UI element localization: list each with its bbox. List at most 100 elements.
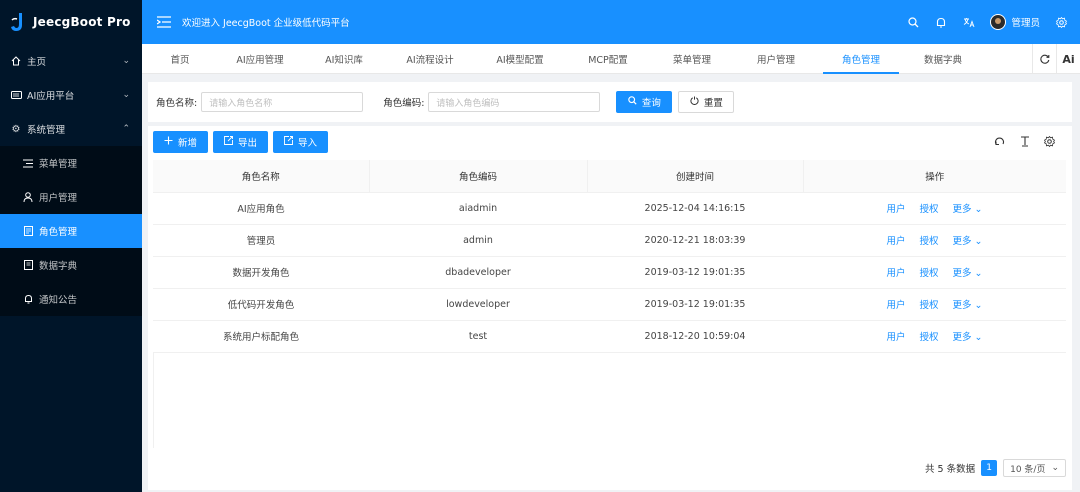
search-icon[interactable] <box>906 15 920 29</box>
authorize-link[interactable]: 授权 <box>920 201 939 215</box>
page-button-current[interactable]: 1 <box>981 460 998 476</box>
user-link[interactable]: 用户 <box>886 233 905 247</box>
app-logo[interactable]: JeecgBoot Pro <box>0 0 142 44</box>
user-link[interactable]: 用户 <box>886 297 905 311</box>
cell-role-name: 数据开发角色 <box>153 256 369 289</box>
translate-icon[interactable] <box>962 15 976 29</box>
col-header-role-name[interactable]: 角色名称 <box>153 160 370 193</box>
more-label: 更多 <box>952 300 972 311</box>
authorize-link[interactable]: 授权 <box>920 297 939 311</box>
chevron-down-icon: ⌄ <box>122 90 130 100</box>
settings-icon[interactable] <box>1054 15 1068 29</box>
chevron-down-icon: ⌄ <box>971 268 983 279</box>
table-row[interactable]: 系统用户标配角色 test 2018-12-20 10:59:04 用户 授权 … <box>153 320 1066 353</box>
tab-home[interactable]: 首页 <box>142 44 218 74</box>
cell-role-name: AI应用角色 <box>153 192 369 225</box>
table-row[interactable]: 低代码开发角色 lowdeveloper 2019-03-12 19:01:35… <box>153 288 1066 321</box>
col-header-created-time[interactable]: 创建时间 <box>587 160 804 193</box>
add-button-label: 新增 <box>177 138 197 149</box>
export-button-label: 导出 <box>237 138 257 149</box>
user-link[interactable]: 用户 <box>886 329 905 343</box>
export-button[interactable]: 导出 <box>213 131 268 153</box>
chevron-down-icon: ⌄ <box>971 300 983 311</box>
chevron-down-icon: ⌄ <box>971 204 983 215</box>
more-dropdown[interactable]: 更多 ⌄ <box>953 329 983 343</box>
user-link[interactable]: 用户 <box>886 201 905 215</box>
role-name-input[interactable]: 请输入角色名称 <box>201 92 364 112</box>
pagination: 共 5 条数据 1 10 条/页 ⌄ <box>925 459 1066 477</box>
table-header-row: 角色名称 角色编码 创建时间 操作 <box>153 160 1066 193</box>
sidebar-item-role-management[interactable]: 角色管理 <box>0 214 142 248</box>
sidebar-item-label: 主页 <box>27 57 47 68</box>
sidebar-item-menu-management[interactable]: 菜单管理 <box>0 146 142 180</box>
table-row[interactable]: AI应用角色 aiadmin 2025-12-04 14:16:15 用户 授权… <box>153 192 1066 225</box>
ai-icon <box>10 89 22 101</box>
sidebar-item-home[interactable]: 主页 ⌄ <box>0 44 142 78</box>
plus-icon <box>164 136 173 148</box>
gear-icon: ⚙ <box>11 123 21 135</box>
cell-actions: 用户 授权 更多 ⌄ <box>803 224 1066 257</box>
role-code-input[interactable]: 请输入角色编码 <box>428 92 601 112</box>
authorize-link[interactable]: 授权 <box>920 329 939 343</box>
tab-menu-management[interactable]: 菜单管理 <box>650 44 734 74</box>
tab-data-dictionary[interactable]: 数据字典 <box>899 44 987 74</box>
menu-fold-icon[interactable] <box>154 12 174 32</box>
tab-role-management[interactable]: 角色管理 <box>823 44 899 74</box>
table-row[interactable]: 数据开发角色 dbadeveloper 2019-03-12 19:01:35 … <box>153 256 1066 289</box>
dictionary-icon <box>22 259 34 271</box>
sidebar-item-dictionary[interactable]: 数据字典 <box>0 248 142 282</box>
role-code-label: 角色编码: <box>383 98 425 109</box>
sidebar-item-notice[interactable]: 通知公告 <box>0 282 142 316</box>
column-height-icon[interactable] <box>1018 135 1031 148</box>
cell-role-code: aiadmin <box>369 192 587 225</box>
page-size-select[interactable]: 10 条/页 ⌄ <box>1003 459 1066 477</box>
tab-user-management[interactable]: 用户管理 <box>734 44 818 74</box>
query-button-label: 查询 <box>641 98 661 109</box>
import-button[interactable]: 导入 <box>273 131 328 153</box>
avatar <box>990 14 1007 30</box>
more-label: 更多 <box>952 236 972 247</box>
sidebar-item-label: 菜单管理 <box>39 159 78 170</box>
query-button[interactable]: 查询 <box>616 91 673 113</box>
refresh-icon[interactable] <box>1032 44 1056 74</box>
col-header-actions: 操作 <box>803 160 1066 193</box>
more-label: 更多 <box>952 204 972 215</box>
tab-mcp-config[interactable]: MCP配置 <box>566 44 650 74</box>
sidebar-item-ai-platform[interactable]: AI应用平台 ⌄ <box>0 78 142 112</box>
tab-bar: 首页 AI应用管理 AI知识库 AI流程设计 AI模型配置 MCP配置 菜单管理… <box>142 44 1080 74</box>
sidebar-item-user-management[interactable]: 用户管理 <box>0 180 142 214</box>
more-dropdown[interactable]: 更多 ⌄ <box>953 201 983 215</box>
column-settings-icon[interactable] <box>1043 135 1056 148</box>
welcome-text: 欢迎进入 JeecgBoot 企业级低代码平台 <box>182 18 350 29</box>
cell-created-time: 2020-12-21 18:03:39 <box>587 224 803 257</box>
table-row[interactable]: 管理员 admin 2020-12-21 18:03:39 用户 授权 更多 ⌄ <box>153 224 1066 257</box>
reload-icon[interactable] <box>993 135 1006 148</box>
tab-ai-flow-design[interactable]: AI流程设计 <box>386 44 474 74</box>
export-icon <box>224 136 233 148</box>
col-header-role-code[interactable]: 角色编码 <box>369 160 588 193</box>
role-table-card: 新增 导出 导入 角色名称 角色编码 创建时间 操作 AI应用角色 aiadmi… <box>148 126 1072 490</box>
sidebar-item-label: 用户管理 <box>39 193 78 204</box>
cell-role-name: 系统用户标配角色 <box>153 320 369 353</box>
menu-list-icon <box>22 157 34 169</box>
import-icon <box>284 136 293 148</box>
search-panel: 角色名称: 请输入角色名称 角色编码: 请输入角色编码 查询 重置 <box>148 82 1072 122</box>
more-dropdown[interactable]: 更多 ⌄ <box>953 233 983 247</box>
authorize-link[interactable]: 授权 <box>920 265 939 279</box>
more-dropdown[interactable]: 更多 ⌄ <box>953 265 983 279</box>
tab-ai-app-management[interactable]: AI应用管理 <box>218 44 302 74</box>
reset-button[interactable]: 重置 <box>678 91 735 113</box>
chevron-down-icon: ⌄ <box>971 236 983 247</box>
authorize-link[interactable]: 授权 <box>920 233 939 247</box>
user-link[interactable]: 用户 <box>886 265 905 279</box>
cell-created-time: 2025-12-04 14:16:15 <box>587 192 803 225</box>
sidebar-item-system[interactable]: ⚙ 系统管理 ⌃ <box>0 112 142 146</box>
tab-ai-model-config[interactable]: AI模型配置 <box>474 44 566 74</box>
bell-icon[interactable] <box>934 15 948 29</box>
user-menu[interactable]: 管理员 <box>990 14 1040 30</box>
app-title: JeecgBoot Pro <box>33 15 131 29</box>
add-button[interactable]: 新增 <box>153 131 208 153</box>
ai-assistant-button[interactable]: Ai <box>1056 44 1080 74</box>
more-dropdown[interactable]: 更多 ⌄ <box>953 297 983 311</box>
tab-ai-knowledge[interactable]: AI知识库 <box>302 44 386 74</box>
